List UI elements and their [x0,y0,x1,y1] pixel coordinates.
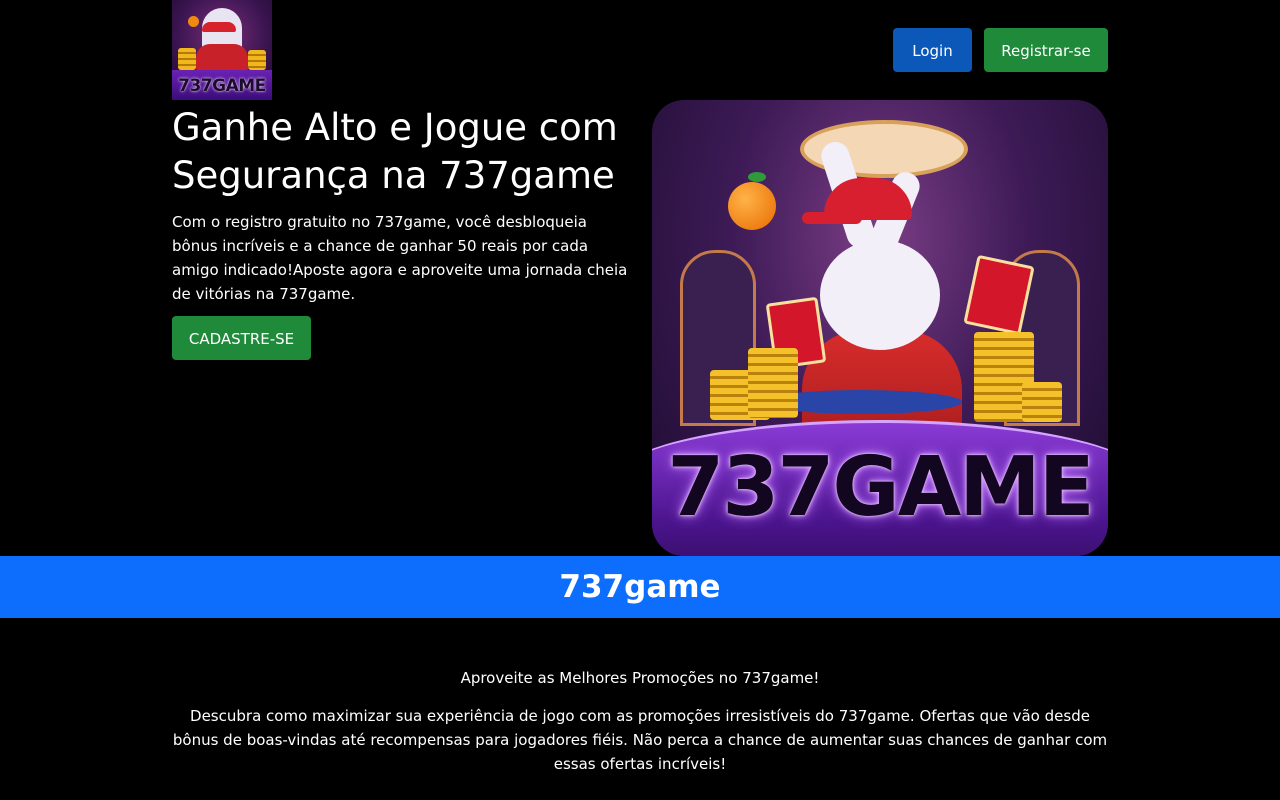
logo-text: 737GAME [178,76,266,96]
brand-banner: 737game [0,556,1280,618]
coin-stack-icon [178,48,196,70]
promo-section: Aproveite as Melhores Promoções no 737ga… [172,666,1108,776]
cap-bill [802,212,862,224]
coin-stack-icon [748,348,798,418]
promo-heading: Aproveite as Melhores Promoções no 737ga… [460,669,820,687]
leaf-icon [748,172,766,182]
cap-icon [202,22,236,32]
promo-text: Descubra como maximizar sua experiência … [172,707,1108,773]
coin-stack-icon [248,50,266,70]
login-button[interactable]: Login [893,28,972,72]
orange-icon [188,16,199,27]
site-logo[interactable]: 737GAME [172,0,272,100]
site-header: 737GAME Login Registrar-se [172,0,1108,100]
orange-icon [728,182,776,230]
mascot-body [196,44,248,72]
page-container: 737GAME Login Registrar-se Ganhe Alto e … [172,0,1108,556]
hero-image-brand: 737GAME [667,440,1095,535]
hero-text: Ganhe Alto e Jogue com Segurança na 737g… [172,100,637,306]
coin-stack-icon [1022,382,1062,422]
hero-image: 737GAME [652,100,1108,556]
signup-button[interactable]: CADASTRE-SE [172,316,311,360]
rabbit-mascot-icon [820,240,940,350]
register-button[interactable]: Registrar-se [984,28,1108,72]
hero-section: Ganhe Alto e Jogue com Segurança na 737g… [172,100,1108,556]
hero-title: Ganhe Alto e Jogue com Segurança na 737g… [172,106,618,197]
hero-description: Com o registro gratuito no 737game, você… [172,213,628,303]
